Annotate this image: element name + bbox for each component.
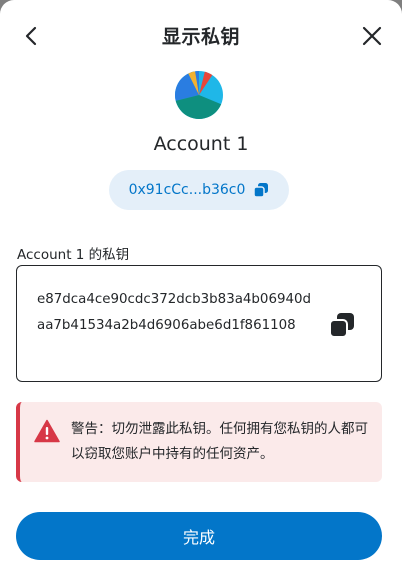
copy-icon [329,313,354,338]
done-button[interactable]: 完成 [16,512,382,560]
page-title: 显示私钥 [161,26,240,48]
copy-address-button[interactable]: 0x91cCc...b36c0 [109,170,289,210]
copy-icon [253,183,269,198]
private-key-label: Account 1 的私钥 [17,247,130,263]
account-name: Account 1 [153,133,249,155]
account-avatar [175,71,223,119]
header: 显示私钥 [0,0,402,70]
private-key-value[interactable]: e87dca4ce90cdc372dcb3b83a4b06940daa7b415… [37,287,317,339]
warning-banner: 警告：切勿泄露此私钥。任何拥有您私钥的人都可以窃取您账户中持有的任何资产。 [16,402,382,482]
private-key-box: e87dca4ce90cdc372dcb3b83a4b06940daa7b415… [16,265,382,382]
warning-icon [34,419,60,443]
warning-text: 警告：切勿泄露此私钥。任何拥有您私钥的人都可以窃取您账户中持有的任何资产。 [71,421,368,462]
close-icon [362,26,382,46]
close-button[interactable] [358,22,386,50]
reveal-private-key-sheet: 显示私钥 Account 1 0x91cCc...b36c0 Account 1… [0,0,402,568]
copy-private-key-button[interactable] [329,312,355,338]
account-address: 0x91cCc...b36c0 [128,182,246,198]
